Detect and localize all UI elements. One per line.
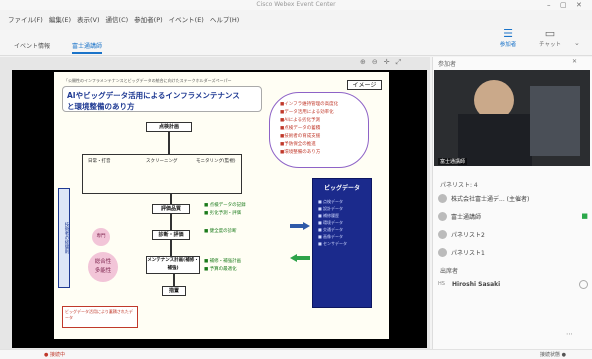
chat-button[interactable]: ▭ チャット	[536, 27, 564, 49]
status-left: ● 接続中	[44, 352, 65, 358]
note-green: ■ 健全度の診断	[204, 229, 237, 234]
menu-communicate[interactable]: 通信(C)	[106, 14, 129, 24]
slide-bottom-note: ビッグデータ活用により蓄積されたデータ	[62, 306, 138, 328]
note-green: ■ 補修・補強計画	[204, 259, 242, 264]
title-bar: Cisco Webex Event Center – ▢ ✕	[0, 0, 592, 10]
participant-name: 富士通講師	[451, 213, 482, 221]
menu-help[interactable]: ヘルプ(H)	[210, 14, 239, 24]
maximize-icon[interactable]: ▢	[560, 0, 567, 10]
menu-participants[interactable]: 参加者(P)	[134, 14, 163, 24]
slide-content: 「公開性のインフラメンテナンスとビッグデータの統合に向けたステークホルダーズペー…	[54, 72, 389, 339]
participant-name: Hiroshi Sasaki	[452, 280, 501, 288]
big-data-label: ビッグデータ	[323, 185, 360, 192]
flow-diagnosis: 診断・評価	[152, 230, 190, 240]
window-title: Cisco Webex Event Center	[256, 1, 336, 8]
participants-icon: ☰	[503, 27, 513, 40]
panel-menu-icon[interactable]: ⋯	[566, 330, 573, 338]
video-name-label: 富士通講師	[438, 158, 468, 165]
participant-name: パネリスト2	[451, 231, 485, 239]
zoom-out-icon[interactable]: ⊖	[372, 58, 378, 67]
arrow-left-icon	[290, 254, 310, 262]
slide-title-line1: AIやビッグデータ活用によるインフラメンテナンス	[67, 91, 240, 100]
flow-arrow	[173, 274, 175, 286]
big-data-box: ビッグデータ ■ 点検データ ■ 設計データ ■ 補修履歴 ■ 環境データ ■ 交通デー…	[312, 178, 372, 308]
minimize-icon[interactable]: –	[547, 0, 551, 10]
avatar	[438, 229, 447, 239]
attendees-header: 出席者	[440, 268, 459, 275]
note-green: ■ 予算の最適化	[204, 267, 237, 272]
big-data-list: ■ 点検データ ■ 設計データ ■ 補修履歴 ■ 環境データ ■ 交通データ ■ 画像デー…	[318, 199, 348, 246]
flow-inspection-plan: 点検計画	[146, 122, 192, 132]
menu-event[interactable]: イベント(E)	[169, 14, 204, 24]
flow-arrow	[170, 214, 172, 230]
flow-maintenance-plan: メンテナンス計画(補修・補強)	[146, 256, 200, 274]
flow-arrow	[168, 132, 170, 154]
flow-arrow	[170, 194, 172, 204]
note-green: ■ 劣化予測・評価	[204, 211, 242, 216]
share-toolbar: ⊕ ⊖ ✛ ⤢	[360, 58, 401, 67]
flow-evaluation-quality: 評価品質	[152, 204, 190, 214]
left-vertical-label: 技術者の経験則	[58, 188, 70, 288]
list-item[interactable]: 株式会社富士通デ... (主催者)	[438, 190, 588, 206]
status-bar: ● 接続中 接続状態 ●	[0, 349, 592, 359]
participant-name: 株式会社富士通デ... (主催者)	[451, 195, 530, 203]
more-chevron-icon[interactable]: ⌄	[574, 39, 580, 47]
tab-fujitsu-speaker[interactable]: 富士通講師	[72, 41, 103, 54]
circle-specialist: 専門	[92, 228, 110, 246]
arrow-right-icon	[290, 222, 310, 230]
fullscreen-icon[interactable]: ⤢	[396, 58, 402, 67]
slide-title-line2: と環境整備のあり方	[67, 102, 135, 111]
avatar	[438, 211, 447, 221]
menu-bar: ファイル(F) 編集(E) 表示(V) 通信(C) 参加者(P) イベント(E)…	[8, 12, 239, 26]
cloud-note: ■インフラ維持管理の高度化 ■データ活用による効率化 ■AIによる劣化予測 ■点…	[269, 92, 369, 168]
circle-comprehensive: 総合性 多能性	[88, 252, 118, 282]
speaker-video	[434, 70, 590, 166]
avatar	[438, 193, 447, 203]
list-item[interactable]: パネリスト1	[438, 244, 588, 260]
avatar	[438, 247, 447, 257]
note-green: ■ 点検データの記録	[204, 203, 246, 208]
close-icon[interactable]: ✕	[576, 0, 582, 10]
speaker-body	[458, 114, 532, 166]
list-item[interactable]: 富士通講師 ■	[438, 208, 588, 224]
panel-header: 参加者	[438, 61, 457, 68]
slide-badge: イメージ	[347, 80, 382, 90]
tab-event-info[interactable]: イベント情報	[14, 41, 50, 50]
menu-view[interactable]: 表示(V)	[77, 14, 100, 24]
panel-close-icon[interactable]: ✕	[572, 58, 577, 65]
participants-button[interactable]: ☰ 参加者	[494, 27, 522, 49]
participant-name: パネリスト1	[451, 249, 485, 257]
flow-arrow	[170, 240, 172, 256]
slide-title-box: AIやビッグデータ活用によるインフラメンテナンス と環境整備のあり方	[62, 86, 262, 112]
panelists-header: パネリスト: 4	[440, 182, 478, 189]
list-item[interactable]: パネリスト2	[438, 226, 588, 242]
menu-edit[interactable]: 編集(E)	[49, 14, 71, 24]
zoom-in-icon[interactable]: ⊕	[360, 58, 366, 67]
chat-icon: ▭	[544, 27, 556, 40]
attendee-initials: HS	[438, 281, 445, 287]
tab-bar: イベント情報 富士通講師 ☰ 参加者 ▭ チャット ⌄	[0, 27, 592, 56]
video-active-icon: ■	[581, 212, 588, 220]
flow-group-box	[82, 154, 242, 194]
video-background	[530, 86, 580, 156]
status-right: 接続状態 ●	[540, 352, 566, 358]
list-item[interactable]: HS Hiroshi Sasaki	[438, 276, 588, 292]
slide-header: 「公開性のインフラメンテナンスとビッグデータの統合に向けたステークホルダーズペー…	[64, 78, 232, 83]
raise-hand-icon[interactable]	[579, 279, 588, 289]
flow-measure: 措置	[162, 286, 186, 296]
fit-icon[interactable]: ✛	[384, 58, 390, 67]
menu-file[interactable]: ファイル(F)	[8, 14, 43, 24]
